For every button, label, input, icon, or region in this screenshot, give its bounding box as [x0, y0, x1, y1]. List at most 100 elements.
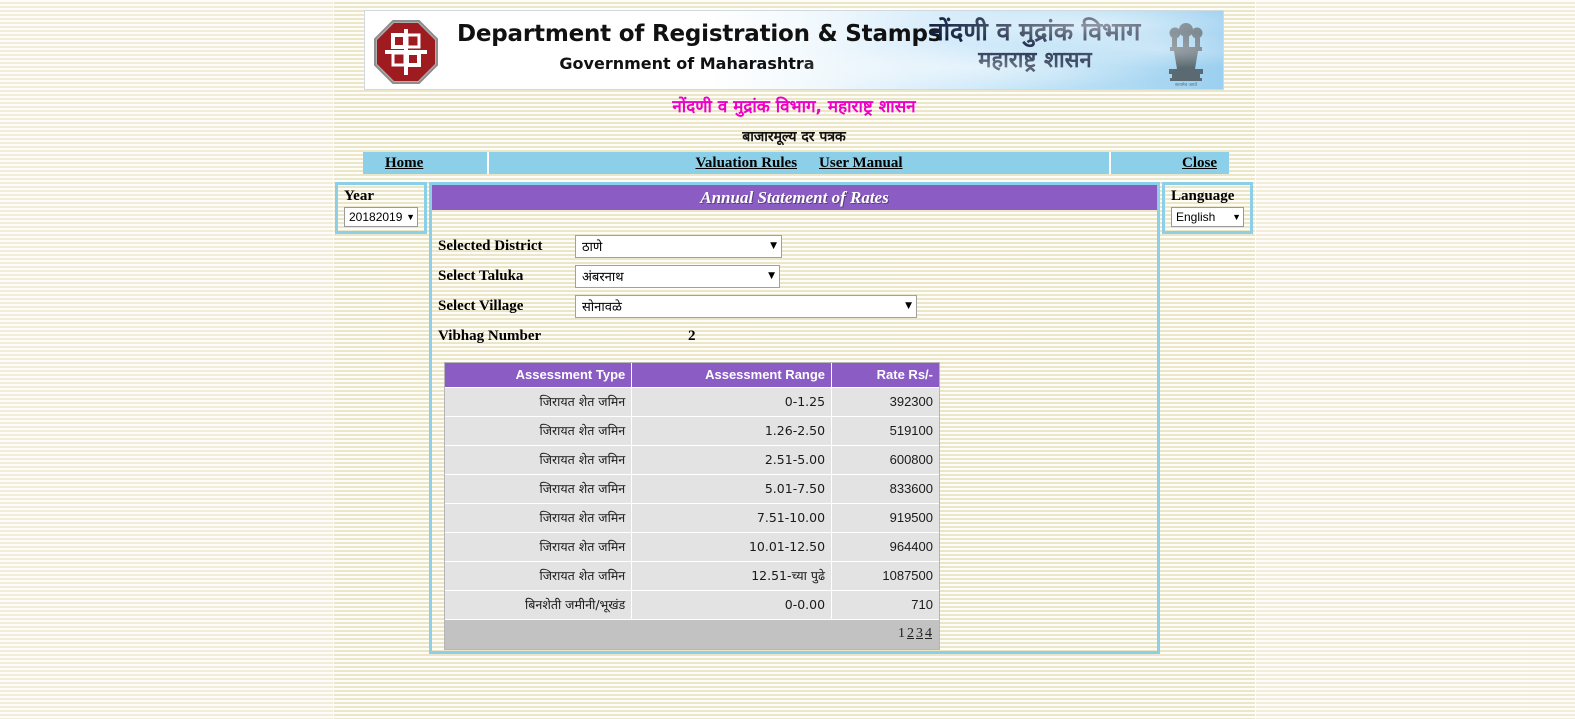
- cell-assessment-type: जिरायत शेत जमिन: [445, 416, 633, 446]
- banner-title-line2: Government of Maharashtra: [559, 54, 815, 73]
- form-row-village: Select Village सोनावळे ▼: [438, 291, 1157, 321]
- year-select[interactable]: 20182019 ▼: [344, 207, 418, 227]
- background-left-band: [0, 0, 333, 719]
- table-header-row: Assessment Type Assessment Range Rate Rs…: [445, 363, 939, 388]
- vibhag-label: Vibhag Number: [438, 327, 542, 344]
- vibhag-value: 2: [688, 327, 696, 344]
- banner-marathi-line2: महाराष्ट्र शासन: [978, 48, 1092, 74]
- rates-table: Assessment Type Assessment Range Rate Rs…: [445, 363, 939, 649]
- table-row: जिरायत शेत जमिन 2.51-5.00 600800: [445, 445, 939, 475]
- cell-rate: 1087500: [831, 561, 939, 591]
- main-navigation-bar: Home Valuation Rules User Manual Close: [363, 152, 1229, 174]
- chevron-down-icon: ▼: [1232, 212, 1241, 222]
- table-row: जिरायत शेत जमिन 0-1.25 392300: [445, 387, 939, 417]
- year-label: Year: [344, 188, 374, 204]
- table-row: जिरायत शेत जमिन 10.01-12.50 964400: [445, 532, 939, 562]
- rate-query-form: Selected District ठाणे ▼ Select Taluka अ…: [432, 210, 1157, 650]
- form-row-taluka: Select Taluka अंबरनाथ ▼: [438, 261, 1157, 291]
- nav-link-home[interactable]: Home: [385, 155, 423, 172]
- cell-assessment-type: बिनशेती जमीनी/भूखंड: [445, 590, 633, 620]
- cell-rate: 964400: [831, 532, 939, 562]
- svg-text:सत्यमेव जयते: सत्यमेव जयते: [1175, 81, 1198, 87]
- village-select-value: सोनावळे: [582, 300, 622, 315]
- cell-assessment-type: जिरायत शेत जमिन: [445, 532, 633, 562]
- year-select-value: 20182019: [349, 210, 403, 224]
- banner-english-title: Department of Registration & Stamps Gove…: [457, 21, 942, 73]
- cell-assessment-range: 0-1.25: [631, 387, 833, 417]
- language-selector-box: Language English ▼: [1162, 182, 1253, 234]
- table-row: जिरायत शेत जमिन 12.51-च्या पुढे 1087500: [445, 561, 939, 591]
- cell-assessment-type: जिरायत शेत जमिन: [445, 445, 633, 475]
- chevron-down-icon: ▼: [905, 301, 912, 311]
- table-row: जिरायत शेत जमिन 1.26-2.50 519100: [445, 416, 939, 446]
- cell-rate: 919500: [831, 503, 939, 533]
- cell-assessment-range: 7.51-10.00: [631, 503, 833, 533]
- cell-rate: 392300: [831, 387, 939, 417]
- pagination-cell: 1234: [445, 619, 939, 649]
- chevron-down-icon: ▼: [770, 241, 777, 251]
- table-row: बिनशेती जमीनी/भूखंड 0-0.00 710: [445, 590, 939, 620]
- chevron-down-icon: ▼: [768, 271, 775, 281]
- year-selector-box: Year 20182019 ▼: [335, 182, 427, 234]
- column-header-assessment-type: Assessment Type: [445, 363, 633, 388]
- cell-rate: 519100: [831, 416, 939, 446]
- nav-link-close[interactable]: Close: [1182, 155, 1217, 172]
- taluka-label: Select Taluka: [438, 267, 524, 284]
- cell-assessment-type: जिरायत शेत जमिन: [445, 503, 633, 533]
- cell-assessment-range: 2.51-5.00: [631, 445, 833, 475]
- panel-title: Annual Statement of Rates: [432, 185, 1157, 210]
- background-right-band: [1255, 0, 1575, 719]
- cell-assessment-range: 0-0.00: [631, 590, 833, 620]
- main-content-panel: Annual Statement of Rates Selected Distr…: [429, 182, 1160, 654]
- cell-assessment-type: जिरायत शेत जमिन: [445, 561, 633, 591]
- nav-link-valuation-rules[interactable]: Valuation Rules: [695, 155, 797, 172]
- banner-marathi-title: नोंदणी व मुद्रांक विभाग महाराष्ट्र शासन: [910, 16, 1160, 76]
- pagination-page-link[interactable]: 2: [906, 626, 915, 641]
- taluka-select[interactable]: अंबरनाथ ▼: [575, 264, 780, 288]
- nav-cell-close: Close: [1109, 152, 1229, 174]
- cell-assessment-type: जिरायत शेत जमिन: [445, 474, 633, 504]
- district-select-value: ठाणे: [582, 240, 603, 255]
- ashoka-emblem-icon: सत्यमेव जयते: [1169, 23, 1203, 87]
- table-pagination-row: 1234: [445, 619, 939, 649]
- rates-table-container: Assessment Type Assessment Range Rate Rs…: [444, 362, 940, 650]
- pagination-current-page: 1: [898, 626, 905, 641]
- pagination-page-link[interactable]: 4: [924, 626, 933, 641]
- page-seam-right: [1255, 0, 1256, 719]
- banner-marathi-line1: नोंदणी व मुद्रांक विभाग: [929, 17, 1141, 46]
- cell-assessment-range: 12.51-च्या पुढे: [631, 561, 833, 591]
- village-select[interactable]: सोनावळे ▼: [575, 294, 917, 318]
- pagination-page-link[interactable]: 3: [915, 626, 924, 641]
- registration-stamps-logo-icon: [374, 20, 438, 84]
- page-title-marathi: नोंदणी व मुद्रांक विभाग, महाराष्ट्र शासन: [672, 97, 916, 117]
- taluka-select-value: अंबरनाथ: [582, 270, 624, 285]
- rates-table-body: जिरायत शेत जमिन 0-1.25 392300 जिरायत शेत जम…: [445, 387, 939, 620]
- district-label: Selected District: [438, 237, 543, 254]
- cell-assessment-type: जिरायत शेत जमिन: [445, 387, 633, 417]
- cell-rate: 710: [831, 590, 939, 620]
- table-row: जिरायत शेत जमिन 7.51-10.00 919500: [445, 503, 939, 533]
- district-select[interactable]: ठाणे ▼: [575, 234, 782, 258]
- cell-assessment-range: 1.26-2.50: [631, 416, 833, 446]
- cell-rate: 600800: [831, 445, 939, 475]
- form-row-vibhag: Vibhag Number 2: [438, 321, 1157, 351]
- cell-rate: 833600: [831, 474, 939, 504]
- table-row: जिरायत शेत जमिन 5.01-7.50 833600: [445, 474, 939, 504]
- column-header-assessment-range: Assessment Range: [631, 363, 833, 388]
- chevron-down-icon: ▼: [406, 212, 415, 222]
- banner-title-line1: Department of Registration & Stamps: [457, 21, 942, 47]
- form-row-district: Selected District ठाणे ▼: [438, 231, 1157, 261]
- language-label: Language: [1171, 188, 1235, 204]
- language-select-value: English: [1176, 210, 1216, 224]
- page-subtitle: बाजारमूल्य दर पत्रक: [742, 129, 846, 145]
- page-root: Department of Registration & Stamps Gove…: [333, 0, 1255, 719]
- column-header-rate: Rate Rs/-: [831, 363, 939, 388]
- site-header-banner: Department of Registration & Stamps Gove…: [364, 10, 1224, 90]
- village-label: Select Village: [438, 297, 524, 314]
- pagination-links: 1234: [897, 626, 933, 641]
- nav-link-user-manual[interactable]: User Manual: [819, 155, 902, 172]
- nav-cell-home: Home: [363, 152, 487, 174]
- language-select[interactable]: English ▼: [1171, 207, 1244, 227]
- cell-assessment-range: 10.01-12.50: [631, 532, 833, 562]
- cell-assessment-range: 5.01-7.50: [631, 474, 833, 504]
